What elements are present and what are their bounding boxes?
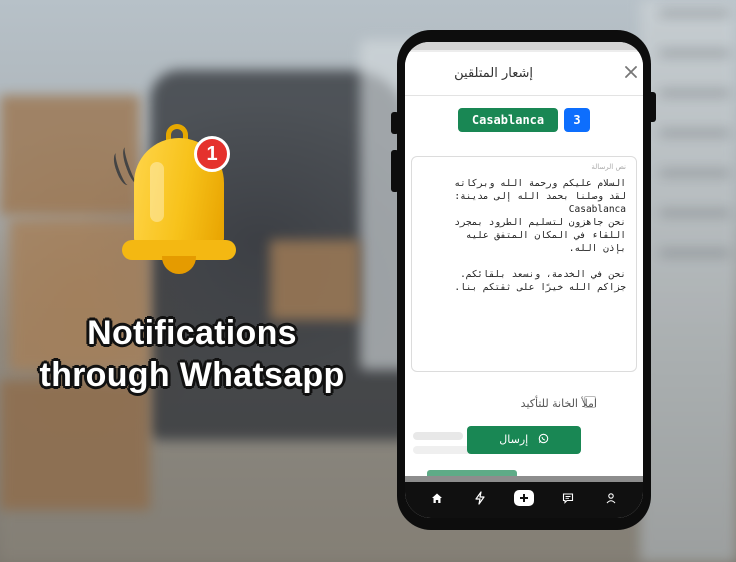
nav-user-icon[interactable] [600,487,622,509]
nav-home-icon[interactable] [426,487,448,509]
notification-bell-icon: 1 [110,122,260,282]
whatsapp-icon [538,433,548,444]
notify-recipients-modal: إشعار المتلقين Casablanca 3 نص الرسالة ا… [405,52,643,476]
modal-title: إشعار المتلقين [454,66,533,81]
placeholder-bar [413,446,473,454]
headline-line-1: Notifications [87,314,297,352]
message-text: السلام عليكم ورحمة الله وبركاته لقد وصلن… [454,178,626,293]
phone-screen: إشعار المتلقين Casablanca 3 نص الرسالة ا… [405,42,643,518]
confirm-label: املأ الخانة للتأكيد [520,397,597,410]
promo-headline: Notifications through Whatsapp [16,312,368,396]
status-bar [405,42,643,50]
nav-message-icon[interactable] [557,487,579,509]
modal-header: إشعار المتلقين [405,52,643,96]
background-box [0,380,150,510]
nav-add-icon[interactable] [513,487,535,509]
notification-badge: 1 [194,136,230,172]
background-box [270,240,360,320]
message-label: نص الرسالة [591,163,626,171]
send-button[interactable]: إرسال [467,426,581,454]
confirm-row: املأ الخانة للتأكيد [521,392,597,411]
city-badge: Casablanca [458,108,558,132]
placeholder-bar [413,432,463,440]
close-icon[interactable] [623,64,639,80]
headline-line-2: through Whatsapp [39,356,345,394]
send-label: إرسال [499,433,529,446]
recipient-count-badge: 3 [564,108,590,132]
background-building-windows [660,10,730,290]
nav-bolt-icon[interactable] [469,487,491,509]
bottom-nav [405,482,643,518]
message-textarea[interactable]: نص الرسالة السلام عليكم ورحمة الله وبركا… [411,156,637,372]
